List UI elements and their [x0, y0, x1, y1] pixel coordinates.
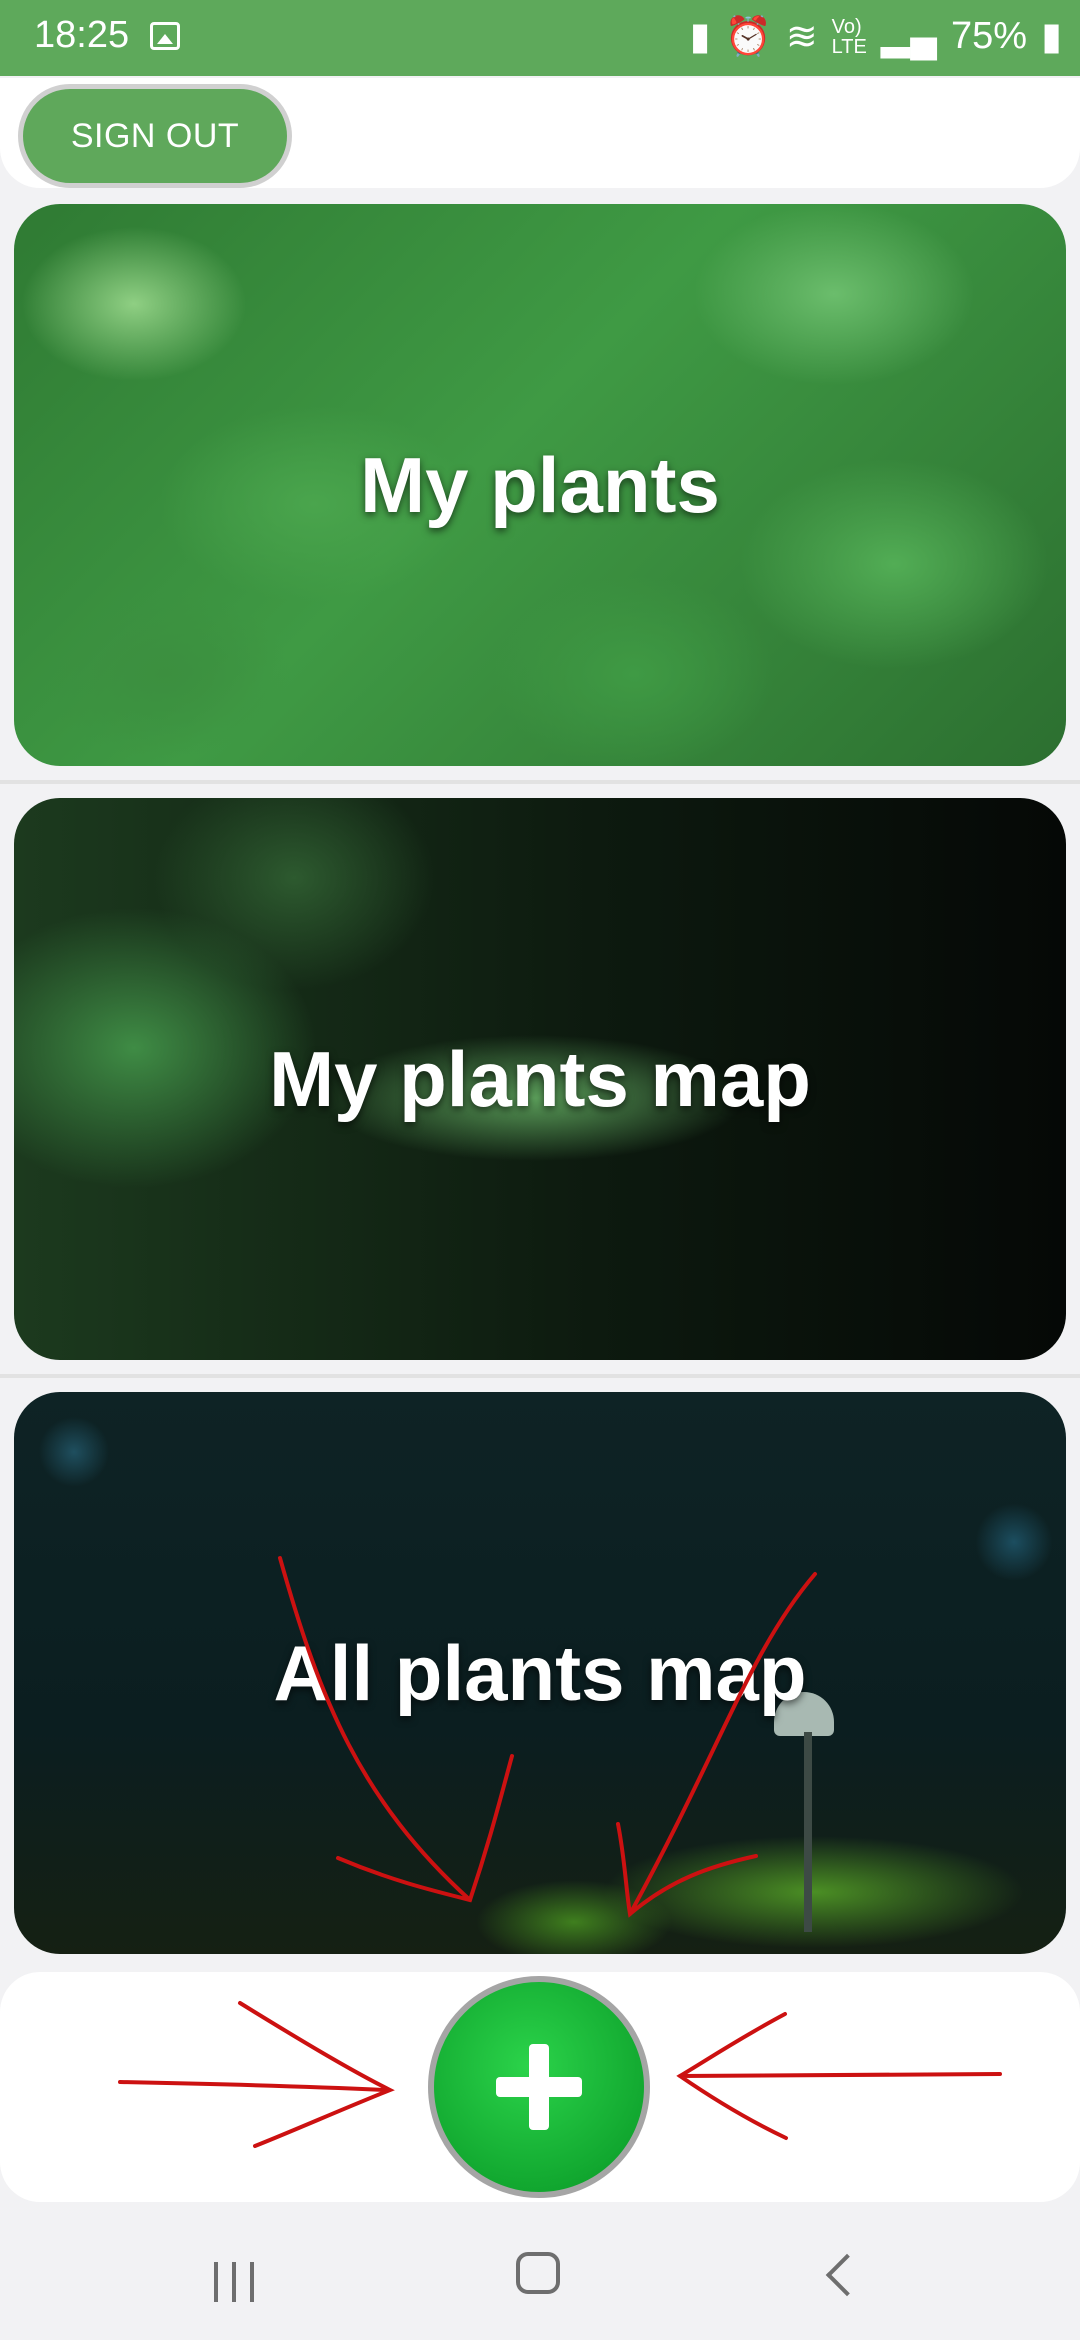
add-plant-button[interactable]: [428, 1976, 650, 2198]
signal-icon: ▂▄: [880, 16, 938, 58]
wifi-icon: ≋: [785, 16, 818, 58]
my-plants-map-card[interactable]: My plants map: [14, 798, 1066, 1360]
all-plants-map-label: All plants map: [273, 1628, 807, 1717]
my-plants-label: My plants: [360, 440, 720, 529]
my-plants-card[interactable]: My plants: [14, 204, 1066, 766]
mushroom-stem-image: [804, 1732, 812, 1932]
status-icons: ▮ ⏰ ≋ Vo) LTE ▂▄ 75% ▮: [690, 14, 1062, 59]
battery-saver-icon: ▮: [689, 16, 711, 58]
plus-icon: [496, 2044, 582, 2130]
status-time: 18:25: [34, 14, 130, 56]
gallery-icon: [150, 22, 180, 50]
status-bar: 18:25 ▮ ⏰ ≋ Vo) LTE ▂▄ 75% ▮: [0, 0, 1080, 76]
divider: [0, 780, 1080, 784]
recents-icon[interactable]: [214, 2262, 258, 2302]
my-plants-map-label: My plants map: [269, 1034, 811, 1123]
alarm-icon: ⏰: [724, 15, 772, 58]
sign-out-button[interactable]: SIGN OUT: [18, 84, 292, 188]
divider: [0, 1374, 1080, 1378]
battery-icon: ▮: [1041, 16, 1062, 58]
battery-percent: 75%: [951, 15, 1028, 57]
home-icon[interactable]: [516, 2252, 560, 2294]
all-plants-map-card[interactable]: All plants map: [14, 1392, 1066, 1954]
volte-icon: Vo) LTE: [831, 15, 867, 58]
